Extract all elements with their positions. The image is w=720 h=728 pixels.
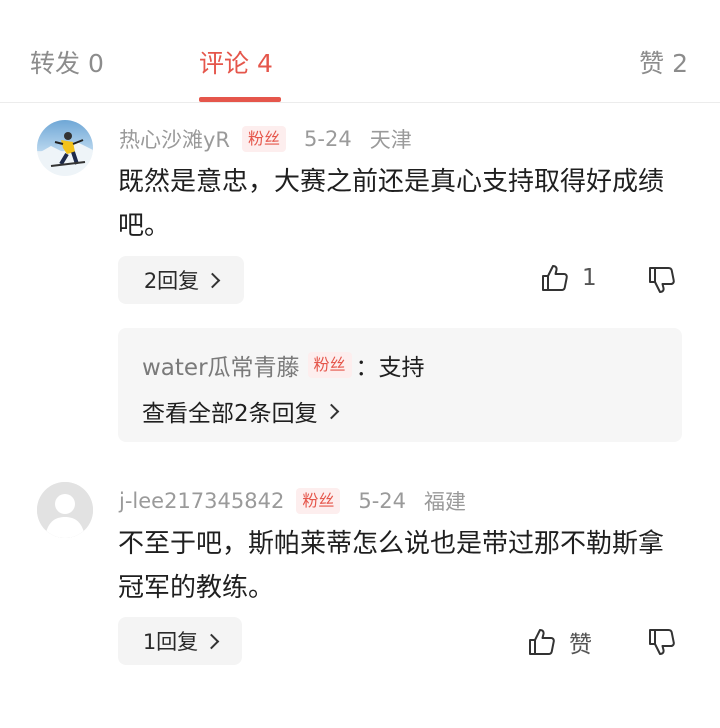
active-tab-indicator — [199, 97, 281, 102]
chevron-right-icon — [204, 272, 221, 288]
comment-text: 既然是意忠，大赛之前还是真心支持取得好成绩吧。 — [118, 167, 665, 241]
thumbs-up-icon — [540, 263, 570, 293]
reply-preview-line: water瓜常青藤 粉丝 ：支持 — [142, 348, 425, 382]
default-user-avatar[interactable] — [37, 482, 93, 538]
reply-count-label: 1回复 — [142, 630, 199, 654]
like-count: 1 — [582, 265, 597, 291]
reply-preview-box[interactable]: water瓜常青藤 粉丝 ：支持 查看全部2条回复 — [118, 328, 682, 442]
reply-username[interactable]: water瓜常青藤 — [142, 348, 300, 382]
thumbs-down-icon[interactable] — [647, 627, 677, 657]
like-button[interactable]: 1 — [540, 263, 597, 293]
fan-badge: 粉丝 — [307, 352, 352, 378]
tab-forward[interactable]: 转发 0 — [30, 44, 104, 80]
reply-text: ：支持 — [355, 355, 425, 381]
chevron-right-icon — [323, 403, 339, 419]
comment-date: 5-24 — [358, 489, 407, 513]
comment-meta: j-lee217345842 粉丝 5-24 福建 — [119, 486, 466, 516]
thumbs-down-icon[interactable] — [647, 265, 677, 295]
like-label: 赞 — [569, 632, 592, 658]
comment-date: 5-24 — [304, 127, 352, 151]
comment-text: 不至于吧，斯帕莱蒂怎么说也是带过那不勒斯拿冠军的教练。 — [118, 529, 665, 603]
username[interactable]: j-lee217345842 — [119, 489, 284, 513]
comment-location: 天津 — [369, 128, 412, 152]
tab-like[interactable]: 赞 2 — [639, 44, 688, 80]
view-all-label: 查看全部2条回复 — [142, 401, 318, 427]
fan-badge: 粉丝 — [242, 126, 287, 152]
fan-badge: 粉丝 — [296, 488, 341, 514]
thumbs-up-icon — [527, 627, 557, 657]
comment-meta: 热心沙滩yR 粉丝 5-24 天津 — [119, 124, 412, 154]
reply-count-button[interactable]: 1回复 — [118, 617, 242, 665]
skier-avatar[interactable] — [37, 120, 93, 176]
view-all-replies-link[interactable]: 查看全部2条回复 — [142, 394, 339, 428]
comment-location: 福建 — [424, 490, 467, 514]
comment-tabs: 转发 0 评论 4 赞 2 — [0, 0, 720, 103]
tab-comment[interactable]: 评论 4 — [199, 44, 273, 80]
reply-count-label: 2回复 — [143, 269, 200, 293]
chevron-right-icon — [203, 633, 220, 649]
username[interactable]: 热心沙滩yR — [119, 124, 230, 154]
reply-count-button[interactable]: 2回复 — [118, 256, 244, 304]
like-button[interactable]: 赞 — [527, 625, 592, 659]
